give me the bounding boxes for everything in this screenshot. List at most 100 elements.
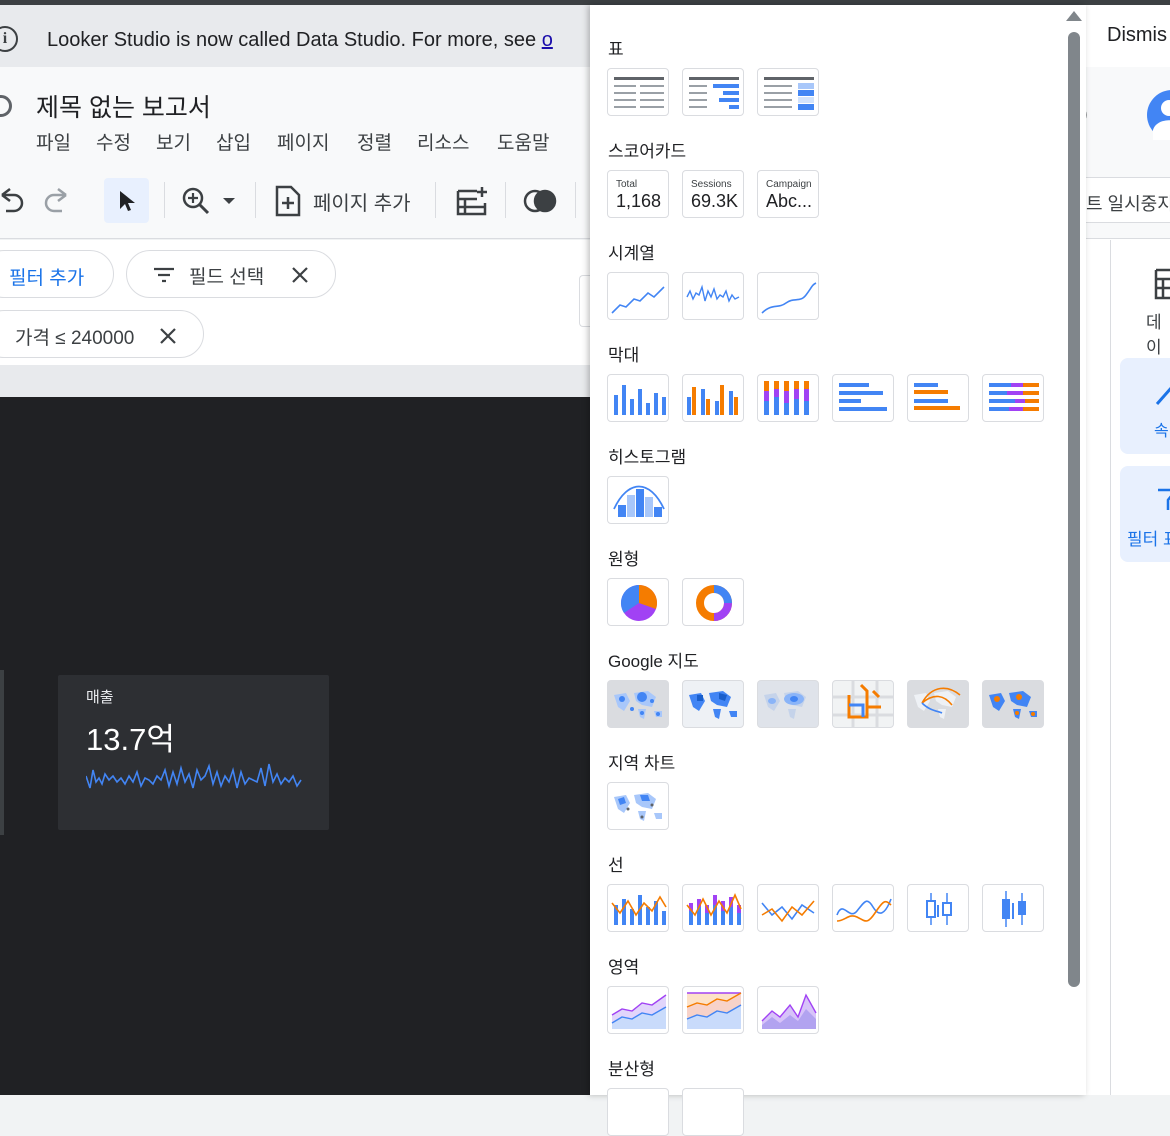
chart-area[interactable] (607, 986, 669, 1034)
chart-grouped-column[interactable] (682, 374, 744, 422)
cursor-icon (120, 191, 135, 211)
scorecard-tile-value: 69.3K (691, 191, 739, 211)
chart-bubble[interactable] (682, 1088, 744, 1136)
chart-timeseries[interactable] (607, 272, 669, 320)
canvas-element-edge (0, 670, 4, 835)
zoom-icon[interactable] (181, 186, 211, 216)
menu-scrollbar[interactable] (1068, 32, 1080, 987)
chart-scorecard-campaign[interactable]: Campaign Abc... (757, 170, 819, 218)
menu-resource[interactable]: 리소스 (417, 128, 469, 155)
chart-combo-map[interactable] (982, 680, 1044, 728)
chart-histogram[interactable] (607, 476, 669, 524)
toolbar-divider (164, 182, 165, 218)
chart-stacked-area[interactable] (682, 986, 744, 1034)
panel-divider (1110, 240, 1111, 1095)
price-filter-chip[interactable]: 가격 ≤ 240000 (0, 310, 204, 358)
chart-stacked-combo[interactable] (682, 884, 744, 932)
chart-heatmap-map[interactable] (757, 680, 819, 728)
add-page-button[interactable]: 페이지 추가 (313, 187, 411, 216)
chart-bubble-map[interactable] (607, 680, 669, 728)
field-select-label: 필드 선택 (189, 267, 265, 288)
scorecard-tile-label: Sessions (691, 179, 732, 190)
chart-column[interactable] (607, 374, 669, 422)
section-pie: 원형 (608, 550, 640, 569)
scorecard-value: 13.7억 (86, 722, 175, 757)
canvas-margin (0, 365, 590, 397)
chart-connection-map[interactable] (907, 680, 969, 728)
blend-icon[interactable] (523, 188, 559, 214)
chart-table-bars[interactable] (682, 68, 744, 116)
scorecard-label: 매출 (86, 689, 114, 706)
scorecard-sparkline (86, 763, 302, 790)
chart-scatter[interactable] (607, 1088, 669, 1136)
chart-100-stacked-area[interactable] (757, 986, 819, 1034)
chart-boxplot[interactable] (982, 884, 1044, 932)
scroll-up-arrow[interactable] (1066, 11, 1082, 21)
chart-geo[interactable] (607, 782, 669, 830)
undo-icon[interactable] (0, 187, 24, 215)
report-title[interactable]: 제목 없는 보고서 (36, 88, 211, 124)
menu-insert[interactable]: 삽입 (216, 128, 251, 155)
menu-help[interactable]: 도움말 (497, 128, 549, 155)
toolbar-divider (435, 182, 436, 218)
pause-updates-button[interactable]: 트 일시중지 (1077, 177, 1170, 223)
add-page-icon[interactable] (274, 185, 302, 217)
section-google-maps: Google 지도 (608, 652, 699, 671)
menu-edit[interactable]: 수정 (96, 128, 131, 155)
avatar-person-icon (1153, 100, 1170, 140)
section-scorecard: 스코어카드 (608, 142, 687, 161)
data-table-icon[interactable] (1154, 268, 1170, 300)
scorecard-tile-value: 1,168 (616, 191, 662, 211)
chart-pie[interactable] (607, 578, 669, 626)
chart-stacked-bar[interactable] (982, 374, 1044, 422)
close-icon[interactable] (159, 327, 177, 345)
section-scatter: 분산형 (608, 1060, 655, 1079)
menu-file[interactable]: 파일 (36, 128, 71, 155)
chart-table-heatmap[interactable] (757, 68, 819, 116)
menu-arrange[interactable]: 정렬 (357, 128, 392, 155)
filter-list-icon (154, 267, 174, 283)
chart-scorecard-total[interactable]: Total 1,168 (607, 170, 669, 218)
scorecard-tile-label: Campaign (766, 179, 812, 190)
scorecard-tile-label: Total (616, 179, 638, 190)
banner-text: Looker Studio is now called Data Studio.… (47, 29, 553, 51)
data-tab-label[interactable]: 데이 (1146, 308, 1170, 358)
chart-smooth-line[interactable] (832, 884, 894, 932)
chart-bar[interactable] (832, 374, 894, 422)
pencil-icon (1155, 386, 1170, 405)
toolbar-divider (255, 182, 256, 218)
close-icon[interactable] (291, 266, 309, 284)
chart-combo[interactable] (607, 884, 669, 932)
section-histogram: 히스토그램 (608, 448, 687, 467)
chart-sparkline[interactable] (682, 272, 744, 320)
chart-smoothed-timeseries[interactable] (757, 272, 819, 320)
section-area: 영역 (608, 958, 640, 977)
toolbar-divider (575, 182, 576, 218)
chart-grouped-bar[interactable] (907, 374, 969, 422)
chart-stacked-column[interactable] (757, 374, 819, 422)
section-bar: 막대 (608, 346, 640, 365)
chart-candlestick[interactable] (907, 884, 969, 932)
chart-line-map[interactable] (832, 680, 894, 728)
field-select-chip[interactable]: 필드 선택 (126, 250, 336, 298)
chart-line[interactable] (757, 884, 819, 932)
redo-icon[interactable] (44, 187, 70, 215)
price-filter-label: 가격 ≤ 240000 (15, 328, 135, 349)
chevron-down-icon[interactable] (221, 195, 237, 207)
banner-link[interactable]: o (542, 29, 553, 51)
toolbar-divider (505, 182, 506, 218)
section-timeseries: 시계열 (608, 244, 655, 263)
section-table: 표 (608, 40, 624, 59)
section-geo: 지역 차트 (608, 754, 676, 773)
add-filter-button[interactable]: 필터 추가 (0, 250, 114, 298)
chart-filled-map[interactable] (682, 680, 744, 728)
dismiss-button[interactable]: Dismis (1107, 24, 1167, 47)
properties-tab-label: 속 (1154, 423, 1169, 440)
chart-donut[interactable] (682, 578, 744, 626)
funnel-icon (1158, 488, 1170, 510)
menu-view[interactable]: 보기 (156, 128, 191, 155)
chart-scorecard-sessions[interactable]: Sessions 69.3K (682, 170, 744, 218)
menu-page[interactable]: 페이지 (277, 128, 329, 155)
chart-table[interactable] (607, 68, 669, 116)
add-data-icon[interactable] (455, 185, 489, 217)
